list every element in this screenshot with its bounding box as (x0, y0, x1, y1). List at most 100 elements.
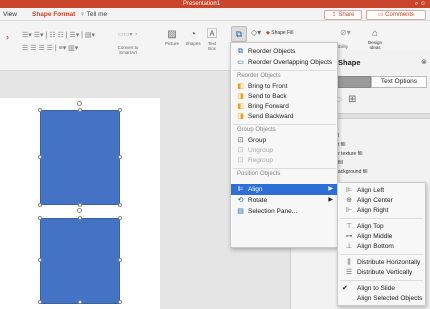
align-bottom-icon: ⊥ (345, 243, 353, 250)
align-left-icon: ⊫ (345, 187, 353, 194)
design-ideas-button[interactable]: ⌂ Design Ideas (363, 28, 387, 50)
submenu-item-label: Align Left (357, 187, 385, 194)
resize-handle[interactable] (38, 300, 42, 304)
text-box-icon: 🄰 (207, 29, 217, 40)
menu-separator (233, 124, 336, 125)
resize-handle[interactable] (118, 300, 122, 304)
menu-separator (340, 280, 423, 281)
fill-option-line[interactable]: t fill (338, 142, 346, 148)
align-submenu: ⊫ Align Left ⊕ Align Center ⊩ Align Righ… (337, 182, 426, 306)
resize-handle[interactable] (38, 216, 42, 220)
fill-option-line[interactable]: r texture fill (338, 151, 362, 157)
paint-bucket-icon: ◆ (266, 30, 270, 36)
submenu-item-align-center[interactable]: ⊕ Align Center (338, 196, 425, 206)
resize-handle[interactable] (38, 203, 42, 207)
blue-rectangle-shape[interactable] (40, 218, 120, 304)
submenu-item-label: Align Top (357, 223, 384, 230)
resize-handle[interactable] (78, 216, 82, 220)
selection-pane-icon: ▤ (237, 208, 244, 215)
fill-option-line[interactable]: ackground fill (338, 169, 367, 175)
picture-label: Picture (164, 41, 179, 46)
resize-handle[interactable] (38, 108, 42, 112)
menu-item-reorder-objects[interactable]: ⧉ Reorder Objects (231, 46, 337, 57)
shape-style-icon[interactable]: ◇▾ (251, 28, 261, 37)
resize-handle[interactable] (118, 108, 122, 112)
document-title: Presentation1 (183, 1, 221, 7)
regroup-icon: ⊡ (237, 157, 244, 164)
comments-label: Comments (385, 12, 415, 18)
distribute-vertical-icon: ☰ (345, 269, 353, 276)
tell-me-label: Tell me (86, 11, 108, 18)
convert-smartart-button[interactable]: Convert to SmartArt (112, 45, 144, 55)
shapes-button[interactable]: ◔ Shapes (183, 29, 203, 46)
align-middle-icon: ⊶ (345, 233, 353, 240)
resize-handle[interactable] (118, 258, 122, 262)
resize-handle[interactable] (38, 258, 42, 262)
submenu-item-align-selected-objects[interactable]: Align Selected Objects (338, 294, 425, 304)
tab-shape-format[interactable]: Shape Format (32, 10, 75, 19)
menu-item-reorder-overlapping[interactable]: ▭ Reorder Overlapping Objects (231, 57, 337, 68)
section-header-group: Group Objects (237, 127, 276, 133)
resize-handle[interactable] (78, 108, 82, 112)
menu-item-label: Reorder Overlapping Objects (248, 59, 333, 66)
picture-button[interactable]: ▨ Picture (162, 29, 182, 46)
overlap-icon: ▭ (237, 59, 244, 66)
menu-item-regroup[interactable]: ⊡ Regroup (231, 155, 337, 166)
resize-handle[interactable] (78, 203, 82, 207)
tab-text-options[interactable]: Text Options (371, 76, 427, 88)
size-properties-icon[interactable]: ⊞ (348, 94, 356, 105)
share-button[interactable]: ⇪ Share (324, 10, 362, 20)
shape-fill-button[interactable]: ◆ Shape Fill (266, 30, 293, 36)
submenu-item-align-left[interactable]: ⊫ Align Left (338, 186, 425, 196)
share-label: Share (338, 12, 355, 18)
menu-separator (340, 254, 423, 255)
rotate-handle-icon[interactable] (77, 101, 82, 106)
submenu-item-distribute-horizontally[interactable]: ⫼ Distribute Horizontally (338, 258, 425, 268)
bullets-icon[interactable]: ☰▾ ☰▾ | ☷ ☷ | ☰▾ | ▤▾ (22, 31, 95, 39)
picture-icon: ▨ (167, 29, 177, 40)
close-icon[interactable]: ⊗ (421, 58, 427, 66)
accessibility-icon[interactable]: ⊘▾ (340, 28, 351, 37)
arrange-icon: ⧉ (235, 29, 243, 39)
submenu-item-align-to-slide[interactable]: ✔ Align to Slide (338, 284, 425, 294)
resize-handle[interactable] (118, 155, 122, 159)
menu-item-label: Rotate (248, 197, 268, 204)
submenu-item-label: Align to Slide (357, 285, 395, 292)
submenu-item-label: Align Middle (357, 233, 393, 240)
menu-item-align[interactable]: ⊫ Align ▶ (231, 184, 337, 195)
resize-handle[interactable] (118, 216, 122, 220)
blue-rectangle-shape[interactable] (40, 110, 120, 205)
text-box-button[interactable]: 🄰 Text Box (204, 29, 220, 51)
comments-button[interactable]: ▭ Comments (366, 10, 426, 20)
fill-option-line[interactable]: fill (338, 160, 343, 166)
accessibility-label: ibility (338, 44, 349, 49)
submenu-item-distribute-vertically[interactable]: ☰ Distribute Vertically (338, 268, 425, 278)
design-ideas-icon: ⌂ (371, 28, 379, 39)
submenu-item-align-right[interactable]: ⊩ Align Right (338, 206, 425, 216)
resize-handle[interactable] (38, 155, 42, 159)
align-right-icon: ⊩ (345, 207, 353, 214)
checkmark-icon: ✔ (342, 285, 348, 292)
resize-handle[interactable] (118, 203, 122, 207)
arrange-button[interactable]: ⧉ (231, 26, 247, 42)
resize-handle[interactable] (78, 300, 82, 304)
window-controls-icon[interactable]: ⌕ ☺ (415, 0, 426, 8)
pane-title: Shape (338, 58, 361, 67)
tell-me-search[interactable]: ♀ Tell me (80, 10, 107, 19)
text-direction-icon[interactable]: › (6, 32, 9, 42)
align-icon: ⊫ (237, 186, 244, 193)
tab-view[interactable]: View (3, 10, 17, 19)
menu-item-send-backward[interactable]: ◨ Send Backward (231, 111, 337, 122)
fill-option-line: l (338, 133, 340, 139)
shapes-label: Shapes (185, 41, 201, 46)
text-box-label: Text Box (207, 41, 217, 51)
submenu-item-align-middle[interactable]: ⊶ Align Middle (338, 232, 425, 242)
rotate-handle-icon[interactable] (77, 208, 82, 213)
paragraph-align-icon[interactable]: ☰ ☰ ☰ ☰ | ≡▾ ▥▾ (22, 44, 78, 52)
menu-item-rotate[interactable]: ⟲ Rotate ▶ (231, 195, 337, 206)
smartart-icon[interactable]: ▭▭▾ ◔ (118, 31, 138, 38)
submenu-item-align-bottom[interactable]: ⊥ Align Bottom (338, 242, 425, 252)
menu-item-selection-pane[interactable]: ▤ Selection Pane... (231, 206, 337, 217)
convert-smartart-label: Convert to SmartArt (117, 45, 139, 55)
submenu-item-align-top[interactable]: ⊤ Align Top (338, 222, 425, 232)
